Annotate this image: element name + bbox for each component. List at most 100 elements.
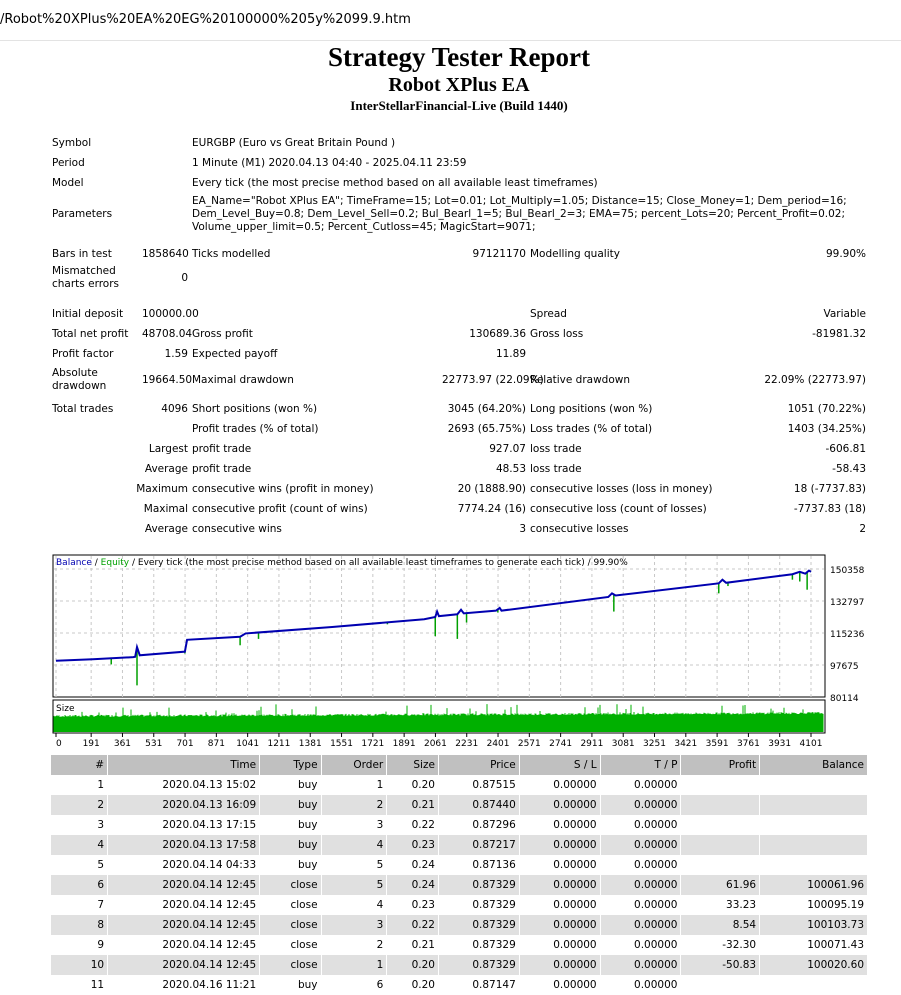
param-line: Dem_Level_Buy=0.8; Dem_Level_Sell=0.2; B… (192, 207, 845, 220)
cell-type: close (290, 939, 318, 951)
x-tick-label: 1041 (236, 739, 259, 749)
cell-price: 0.87329 (438, 875, 519, 895)
label: Gross profit (192, 327, 253, 340)
label: Profit trades (% of total) (192, 422, 319, 435)
cell-num: 2 (51, 795, 108, 815)
label-line: Mismatched (52, 265, 116, 277)
y-tick-label: 80114 (830, 694, 859, 704)
label: Total net profit (52, 327, 129, 340)
cell-time: 2020.04.13 17:15 (162, 819, 257, 831)
cell-num: 8 (51, 915, 108, 935)
cell-num: 10 (51, 955, 108, 975)
cell-profit: -50.83 (681, 955, 760, 975)
summary-table: Symbol EURGBP (Euro vs Great Britain Poun… (50, 133, 868, 539)
cell-balance (760, 775, 867, 795)
label: Maximum (136, 482, 188, 495)
column-header: T / P (600, 755, 681, 775)
label: profit trade (192, 442, 252, 455)
x-tick-label: 2231 (455, 739, 478, 749)
cell-size: 0.23 (387, 835, 438, 855)
label: Spread (530, 307, 567, 320)
cell-num: 11 (90, 979, 105, 991)
cell-profit: 8.54 (681, 915, 760, 935)
x-tick-label: 1211 (267, 739, 290, 749)
legend-sep: / (92, 558, 101, 568)
parameters: EA_Name="Robot XPlus EA"; TimeFrame=15; … (190, 193, 868, 235)
cell-tp: 0.00000 (634, 859, 678, 871)
table-row: 7 2020.04.14 12:45 close 4 0.23 0.87329 0.0000… (51, 895, 867, 915)
value: Variable (823, 307, 867, 320)
label: consecutive profit (count of wins) (192, 502, 368, 515)
cell-balance (760, 835, 867, 855)
label: Parameters (52, 207, 113, 220)
x-tick-label: 3931 (768, 739, 791, 749)
cell-order: 3 (376, 819, 384, 831)
cell-size: 0.20 (411, 979, 435, 991)
table-row: 1 2020.04.13 15:02 buy 1 0.20 0.87515 0.00000 0… (51, 775, 867, 795)
value: -81981.32 (812, 327, 867, 340)
cell-tp: 0.00000 (634, 779, 678, 791)
chart-legend: Balance / Equity / Every tick (the most … (56, 558, 628, 568)
value: EURGBP (Euro vs Great Britain Pound ) (192, 136, 396, 149)
column-header: Profit (681, 755, 760, 775)
cell-tp: 0.00000 (634, 979, 678, 991)
column-header: # (51, 755, 108, 775)
address-bar[interactable]: /Robot%20XPlus%20EA%20EG%20100000%205y%2… (0, 0, 901, 41)
label: Long positions (won %) (530, 402, 653, 415)
value: 100000.00 (142, 307, 199, 320)
cell-balance: 100020.60 (760, 955, 867, 975)
label: Mismatched charts errors (50, 264, 140, 292)
cell-order: 1 (376, 779, 384, 791)
cell-size: 0.20 (387, 955, 438, 975)
label: Loss trades (% of total) (530, 422, 653, 435)
label: Period (52, 156, 85, 169)
cell-profit (681, 975, 759, 995)
table-row: 2 2020.04.13 16:09 buy 2 0.21 0.87440 0.00000 0… (51, 795, 867, 815)
label: consecutive wins (192, 522, 282, 535)
param-line: Volume_upper_limit=0.5; Percent_Cutloss=… (192, 220, 536, 233)
table-row: 5 2020.04.14 04:33 buy 5 0.24 0.87136 0.00000 0… (51, 855, 867, 875)
cell-sl: 0.00000 (519, 915, 600, 935)
cell-time: 2020.04.13 15:02 (162, 779, 257, 791)
label: Expected payoff (192, 347, 278, 360)
cell-size: 0.24 (387, 875, 438, 895)
table-row: 4 2020.04.13 17:58 buy 4 0.23 0.87217 0.00000 0… (51, 835, 867, 855)
balance-chart: Balance / Equity / Every tick (the most … (52, 554, 865, 749)
label: Model (52, 176, 84, 189)
table-row: 9 2020.04.14 12:45 close 2 0.21 0.87329 0.0000… (51, 935, 867, 955)
size-label: Size (56, 704, 75, 714)
cell-profit: -32.30 (722, 939, 757, 951)
legend-desc: / Every tick (the most precise method ba… (129, 558, 628, 568)
cell-balance: 100071.43 (807, 939, 864, 951)
cell-profit (681, 855, 759, 875)
cell-profit (681, 775, 759, 795)
ea-name: Robot XPlus EA (388, 74, 530, 96)
cell-order: 2 (321, 795, 387, 815)
cell-type: close (260, 915, 321, 935)
y-tick-label: 132797 (830, 598, 864, 608)
param-line: EA_Name="Robot XPlus EA"; TimeFrame=15; … (192, 194, 847, 207)
cell-size: 0.23 (411, 899, 435, 911)
cell-type: buy (297, 819, 318, 831)
x-tick-label: 1891 (393, 739, 416, 749)
legend-equity: Equity (101, 558, 130, 568)
cell-num: 7 (97, 899, 105, 911)
column-header: Balance (760, 755, 867, 775)
report-title: Strategy Tester Report (328, 42, 590, 72)
cell-order: 5 (376, 859, 384, 871)
value: 0 (181, 271, 188, 284)
cell-num: 9 (97, 939, 105, 951)
table-row: 11 2020.04.16 11:21 buy 6 0.20 0.87147 0.00000… (51, 975, 867, 995)
cell-sl: 0.00000 (519, 955, 600, 975)
label: Symbol (52, 136, 92, 149)
cell-sl: 0.00000 (553, 859, 597, 871)
x-tick-label: 3591 (706, 739, 729, 749)
label: Total trades (52, 402, 114, 415)
cell-time: 2020.04.14 12:45 (162, 899, 257, 911)
cell-time: 2020.04.13 16:09 (108, 795, 260, 815)
label: consecutive wins (profit in money) (192, 482, 374, 495)
x-tick-label: 3081 (612, 739, 635, 749)
cell-price: 0.87329 (438, 915, 519, 935)
value: 22.09% (22773.97) (764, 373, 867, 386)
cell-size: 0.21 (387, 795, 438, 815)
